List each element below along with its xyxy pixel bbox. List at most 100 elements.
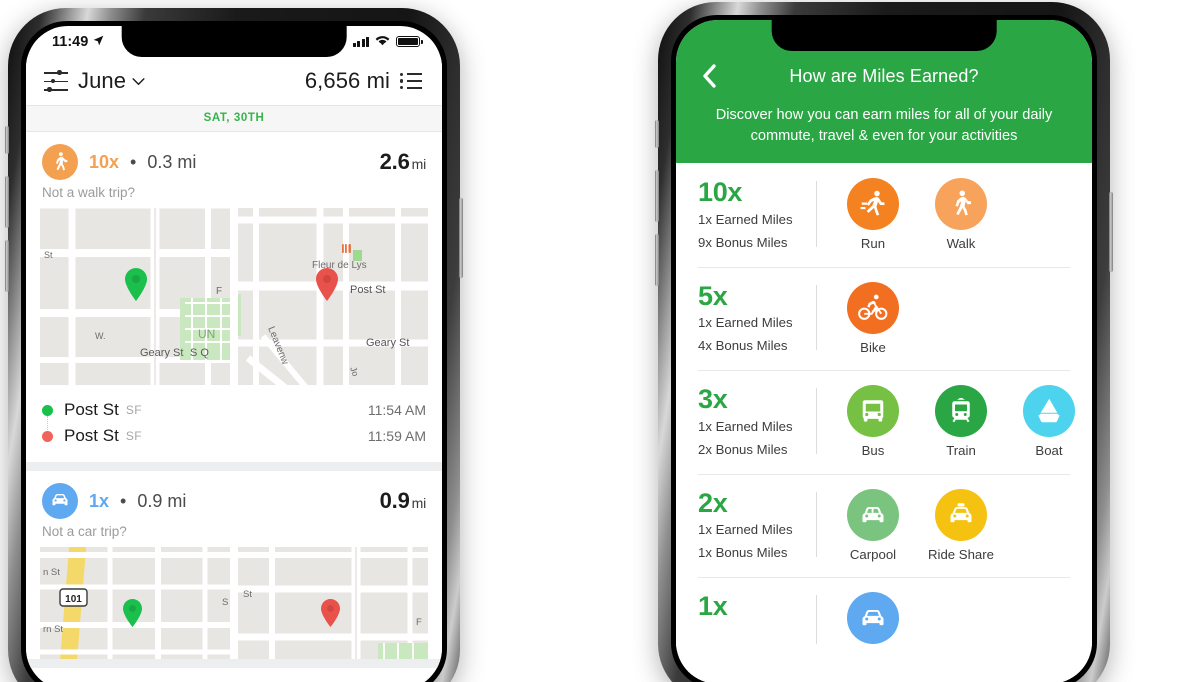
mode-label: Ride Share	[928, 546, 994, 562]
start-location-map[interactable]: 101 n St rn St S	[40, 547, 230, 659]
mode-label: Bike	[860, 339, 886, 355]
mode-item[interactable]	[839, 592, 907, 650]
leg-city: SF	[125, 429, 142, 443]
svg-text:UN: UN	[198, 327, 215, 341]
trip-legs: Post St SF 11:54 AM Post St SF 11:59 AM	[26, 385, 442, 462]
trip-distance-unit: mi	[411, 156, 427, 172]
mode-item[interactable]: Boat	[1015, 385, 1083, 458]
walk-icon	[935, 178, 987, 231]
trip-summary-row: 1x • 0.9 mi 0.9 mi	[26, 483, 442, 519]
mode-item[interactable]: Run	[839, 178, 907, 251]
leg-time: 11:54 AM	[367, 402, 426, 418]
list-item[interactable]: Post St SF 11:59 AM	[42, 423, 426, 449]
right-phone-screen: How are Miles Earned? Discover how you c…	[676, 20, 1092, 682]
table-row[interactable]: 10x 1x Earned Miles 9x Bonus Miles Run W…	[676, 163, 1092, 266]
mode-item[interactable]: Bus	[839, 385, 907, 458]
month-selector[interactable]: June	[78, 68, 145, 94]
mode-item[interactable]: Train	[927, 385, 995, 458]
svg-text:101: 101	[65, 594, 82, 605]
filter-sliders-icon[interactable]	[44, 70, 68, 92]
svg-text:St: St	[44, 250, 53, 260]
earn-rate-info: 1x	[698, 591, 816, 622]
earned-miles-label: 1x Earned Miles	[698, 418, 793, 434]
trip-card[interactable]: 10x • 0.3 mi 2.6 mi Not a walk trip? St …	[26, 132, 442, 471]
earn-multiplier: 3x	[698, 384, 728, 415]
volume-up-button[interactable]	[5, 176, 9, 228]
boat-icon	[1023, 385, 1075, 438]
earn-rate-info: 2x 1x Earned Miles 1x Bonus Miles	[698, 487, 816, 563]
app-header: June 6,656 mi	[26, 57, 442, 105]
earned-miles-label: 1x Earned Miles	[698, 315, 793, 331]
total-miles-label: 6,656 mi	[304, 68, 390, 93]
svg-text:Post St: Post St	[350, 284, 385, 296]
mode-item[interactable]: Walk	[927, 178, 995, 251]
header-bar: How are Miles Earned?	[676, 58, 1092, 94]
walk-icon	[42, 144, 78, 180]
end-location-map[interactable]: St F	[238, 547, 428, 659]
mode-item[interactable]: Ride Share	[927, 488, 995, 562]
svg-text:F: F	[216, 286, 222, 297]
earned-miles-label: 1x Earned Miles	[698, 211, 793, 227]
bonus-miles-label: 4x Bonus Miles	[698, 338, 788, 354]
mute-switch[interactable]	[5, 126, 9, 154]
trip-multiplier: 10x	[89, 151, 120, 172]
svg-text:S: S	[222, 597, 228, 608]
left-phone-device: 11:49 June 6,656 mi SAT, 30TH 10x • 0.3 …	[5, 8, 463, 682]
earn-multiplier: 10x	[698, 177, 743, 208]
earn-rate-info: 5x 1x Earned Miles 4x Bonus Miles	[698, 282, 816, 356]
table-row[interactable]: 1x	[676, 577, 1092, 650]
cellular-signal-icon	[352, 36, 369, 47]
mode-icon-group	[817, 592, 907, 650]
mute-switch[interactable]	[655, 120, 659, 148]
trip-maps: St W. Geary St S Q UN F Fleur de Lys Pos…	[26, 208, 442, 385]
run-icon	[847, 178, 899, 231]
trip-separator: •	[120, 490, 127, 511]
svg-text:n St: n St	[43, 567, 60, 578]
rideshare-taxi-icon	[935, 488, 987, 541]
battery-icon	[396, 35, 423, 48]
trip-multiplier: 1x	[89, 490, 110, 511]
volume-up-button[interactable]	[655, 170, 659, 222]
mode-label: Boat	[1035, 443, 1063, 459]
trip-maps: 101 n St rn St S St F	[26, 547, 442, 659]
mode-item[interactable]: Bike	[839, 281, 907, 355]
table-row[interactable]: 5x 1x Earned Miles 4x Bonus Miles Bike	[676, 266, 1092, 370]
right-phone-device: How are Miles Earned? Discover how you c…	[655, 2, 1113, 682]
trip-card[interactable]: 1x • 0.9 mi 0.9 mi Not a car trip? 101 n…	[26, 471, 442, 668]
trip-total-distance: 2.6 mi	[380, 149, 427, 175]
power-button[interactable]	[459, 198, 463, 278]
mode-icon-group: Run Walk	[817, 178, 995, 251]
volume-down-button[interactable]	[655, 234, 659, 286]
earn-multiplier: 1x	[698, 591, 728, 622]
left-phone-screen: 11:49 June 6,656 mi SAT, 30TH 10x • 0.3 …	[26, 26, 442, 682]
not-a-trip-link[interactable]: Not a car trip?	[26, 519, 442, 547]
leg-time: 11:59 AM	[367, 428, 426, 444]
restaurant-icon	[342, 244, 351, 253]
month-label: June	[78, 68, 127, 93]
page-title: How are Miles Earned?	[789, 65, 979, 86]
table-row[interactable]: 3x 1x Earned Miles 2x Bonus Miles Bus Tr…	[676, 370, 1092, 473]
start-location-map[interactable]: St W. Geary St S Q UN F	[40, 208, 230, 385]
earned-miles-label: 1x Earned Miles	[698, 522, 793, 538]
bonus-miles-label: 1x Bonus Miles	[698, 545, 788, 561]
status-time: 11:49	[52, 33, 89, 50]
volume-down-button[interactable]	[5, 240, 9, 292]
mode-label: Walk	[946, 236, 976, 252]
svg-text:F: F	[416, 617, 422, 628]
bullet-list-icon[interactable]	[400, 72, 422, 90]
table-row[interactable]: 2x 1x Earned Miles 1x Bonus Miles Carpoo…	[676, 473, 1092, 577]
list-item[interactable]: Post St SF 11:54 AM	[42, 397, 426, 423]
mode-icon-group: Bike	[817, 281, 907, 355]
trip-summary-row: 10x • 0.3 mi 2.6 mi	[26, 144, 442, 180]
earn-rate-info: 10x 1x Earned Miles 9x Bonus Miles	[698, 178, 816, 252]
end-location-map[interactable]: Fleur de Lys Post St Geary St Leavenw Jo	[238, 208, 428, 385]
bike-icon	[847, 281, 899, 334]
mode-icon-group: Bus Train Boat	[817, 385, 1083, 458]
earn-multiplier: 2x	[698, 487, 728, 518]
svg-text:rn St: rn St	[43, 624, 63, 635]
mode-label: Bus	[861, 443, 885, 459]
mode-item[interactable]: Carpool	[839, 488, 907, 562]
power-button[interactable]	[1109, 192, 1113, 272]
not-a-trip-link[interactable]: Not a walk trip?	[26, 180, 442, 208]
trip-distance-unit: mi	[411, 495, 427, 511]
